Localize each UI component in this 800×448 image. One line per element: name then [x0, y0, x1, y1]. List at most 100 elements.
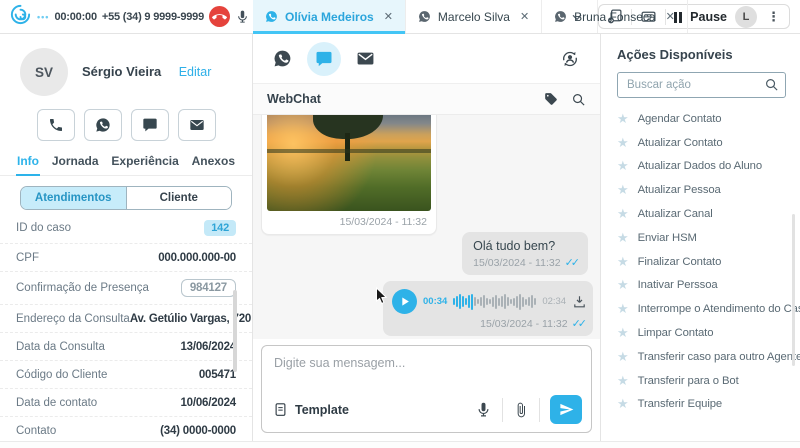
template-button[interactable]: Template — [273, 402, 349, 417]
field-label: Confirmação de Presença — [16, 282, 149, 294]
outgoing-audio-message[interactable]: 00:34 02:34 15/03/2024 - 11:32 ✓✓ — [383, 281, 593, 336]
tab-jornada[interactable]: Jornada — [51, 154, 100, 175]
actions-scrollbar[interactable] — [792, 214, 795, 366]
agent-overflow-icon[interactable]: ⋮ — [765, 9, 782, 25]
star-icon: ★ — [617, 229, 629, 245]
whatsapp-channel-icon[interactable] — [273, 49, 292, 68]
action-item[interactable]: ★ Limpar Contato — [617, 321, 800, 345]
webchat-channel-icon[interactable] — [307, 41, 341, 76]
edit-contact-link[interactable]: Editar — [179, 65, 212, 79]
change-agent-icon[interactable] — [560, 49, 580, 69]
message-input[interactable] — [262, 346, 591, 391]
segment-cliente[interactable]: Cliente — [125, 187, 231, 209]
mouse-cursor — [375, 286, 388, 310]
contact-tab[interactable]: Olívia Medeiros ✕ — [253, 0, 406, 34]
message-list[interactable]: 15/03/2024 - 11:32 Olá tudo bem? 15/03/2… — [253, 115, 600, 339]
record-audio-icon[interactable] — [475, 401, 492, 418]
contact-tabs: Olívia Medeiros ✕ Marcelo Silva ✕ Bruna Fons… — [253, 0, 688, 34]
field-label: Data de contato — [16, 396, 98, 409]
message-timestamp: 15/03/2024 - 11:32 — [480, 318, 568, 330]
mic-icon[interactable] — [235, 9, 250, 24]
tab-info[interactable]: Info — [16, 154, 40, 176]
star-icon: ★ — [617, 253, 629, 269]
action-item[interactable]: ★ Agendar Contato — [617, 107, 800, 131]
field-value: 142 — [204, 220, 236, 236]
whatsapp-icon — [418, 10, 431, 23]
action-item[interactable]: ★ Enviar HSM — [617, 226, 800, 250]
contact-tab-label: Marcelo Silva — [437, 9, 510, 24]
action-item[interactable]: ★ Finalizar Contato — [617, 250, 800, 274]
hangup-button[interactable] — [209, 6, 231, 27]
field-value: 005471 — [198, 368, 236, 381]
field-label: Código do Cliente — [16, 368, 108, 381]
agent-avatar[interactable]: L — [735, 5, 757, 28]
action-item[interactable]: ★ Atualizar Dados do Aluno — [617, 155, 800, 179]
download-audio-icon[interactable] — [572, 294, 587, 309]
close-tab-icon[interactable]: ✕ — [520, 10, 529, 23]
segment-atendimentos[interactable]: Atendimentos — [21, 187, 126, 209]
contact-segmented-control: Atendimentos Cliente — [20, 186, 232, 210]
star-icon: ★ — [617, 325, 629, 341]
search-messages-icon[interactable] — [571, 92, 586, 107]
call-controls: ••• 00:00:00 +55 (34) 9 9999-9999 ⋮ — [0, 0, 270, 33]
template-label: Template — [295, 402, 349, 417]
contact-panel: SV Sérgio Vieira Editar Info Jornada Exper… — [0, 34, 253, 441]
call-phone-number: +55 (34) 9 9999-9999 — [101, 10, 205, 23]
star-icon: ★ — [617, 277, 629, 293]
action-item[interactable]: ★ Atualizar Canal — [617, 202, 800, 226]
audio-current-time: 00:34 — [423, 296, 448, 307]
action-item[interactable]: ★ Atualizar Pessoa — [617, 178, 800, 202]
contact-profile: SV Sérgio Vieira Editar — [0, 34, 252, 96]
search-icon[interactable] — [764, 77, 779, 97]
whatsapp-contact-button[interactable] — [83, 109, 122, 141]
contact-tab[interactable]: Marcelo Silva ✕ — [406, 0, 543, 33]
email-channel-icon[interactable] — [356, 49, 375, 68]
action-item[interactable]: ★ Transferir caso para outro Agente — [617, 345, 800, 369]
field-label: Contato — [16, 424, 57, 437]
call-menu-dots-icon[interactable]: ••• — [37, 12, 49, 22]
tab-experiência[interactable]: Experiência — [110, 154, 179, 175]
field-row: Data de contato 10/06/2024 — [0, 389, 252, 417]
close-tab-icon[interactable]: ✕ — [384, 10, 393, 23]
field-row: ID do caso 142 — [0, 213, 252, 244]
action-label: Enviar HSM — [637, 231, 697, 244]
action-label: Interrompe o Atendimento do Caso — [637, 303, 800, 316]
call-timer: 00:00:00 — [54, 10, 97, 23]
call-contact-button[interactable] — [36, 109, 75, 141]
audio-waveform[interactable] — [453, 293, 537, 311]
action-item[interactable]: ★ Inativar Perssoa — [617, 274, 800, 298]
contact-tab[interactable]: Bruna Fonseca ✕ — [542, 0, 688, 33]
message-text: Olá tudo bem? — [473, 239, 556, 253]
conversation-header: WebChat — [253, 84, 600, 115]
app-window: ••• 00:00:00 +55 (34) 9 9999-9999 ⋮ Olív… — [0, 0, 800, 448]
send-button[interactable] — [550, 395, 582, 424]
email-contact-button[interactable] — [177, 109, 216, 141]
action-item[interactable]: ★ Interrompe o Atendimento do Caso — [617, 297, 800, 321]
close-tab-icon[interactable]: ✕ — [666, 10, 675, 23]
pause-label: Pause — [690, 9, 727, 24]
star-icon: ★ — [617, 206, 629, 222]
attach-file-icon[interactable] — [513, 402, 529, 418]
field-value: 000.000.000-00 — [158, 251, 236, 264]
message-photo[interactable] — [267, 115, 431, 211]
contact-name: Sérgio Vieira — [82, 64, 162, 79]
action-label: Atualizar Pessoa — [637, 184, 721, 197]
contact-scrollbar[interactable] — [233, 290, 237, 372]
contact-avatar: SV — [20, 48, 68, 96]
incoming-image-message[interactable]: 15/03/2024 - 11:32 — [261, 115, 437, 235]
action-item[interactable]: ★ Transferir Equipe — [617, 393, 800, 417]
field-label: ID do caso — [16, 222, 71, 234]
field-row: Confirmação de Presença 984127 — [0, 272, 252, 305]
read-checks-icon: ✓✓ — [564, 257, 581, 269]
pin-icon[interactable] — [544, 92, 558, 106]
outgoing-text-message[interactable]: Olá tudo bem? 15/03/2024 - 11:32 ✓✓ — [462, 232, 588, 275]
action-item[interactable]: ★ Atualizar Contato — [617, 131, 800, 155]
play-audio-button[interactable] — [392, 289, 417, 314]
channel-label: WebChat — [267, 92, 321, 106]
message-timestamp: 15/03/2024 - 11:32 — [339, 216, 427, 228]
action-label: Transferir Equipe — [637, 398, 723, 411]
tab-anexos[interactable]: Anexos — [191, 154, 236, 175]
chat-contact-button[interactable] — [130, 109, 169, 141]
action-item[interactable]: ★ Transferir para o Bot — [617, 369, 800, 393]
action-search-input[interactable] — [617, 72, 786, 98]
